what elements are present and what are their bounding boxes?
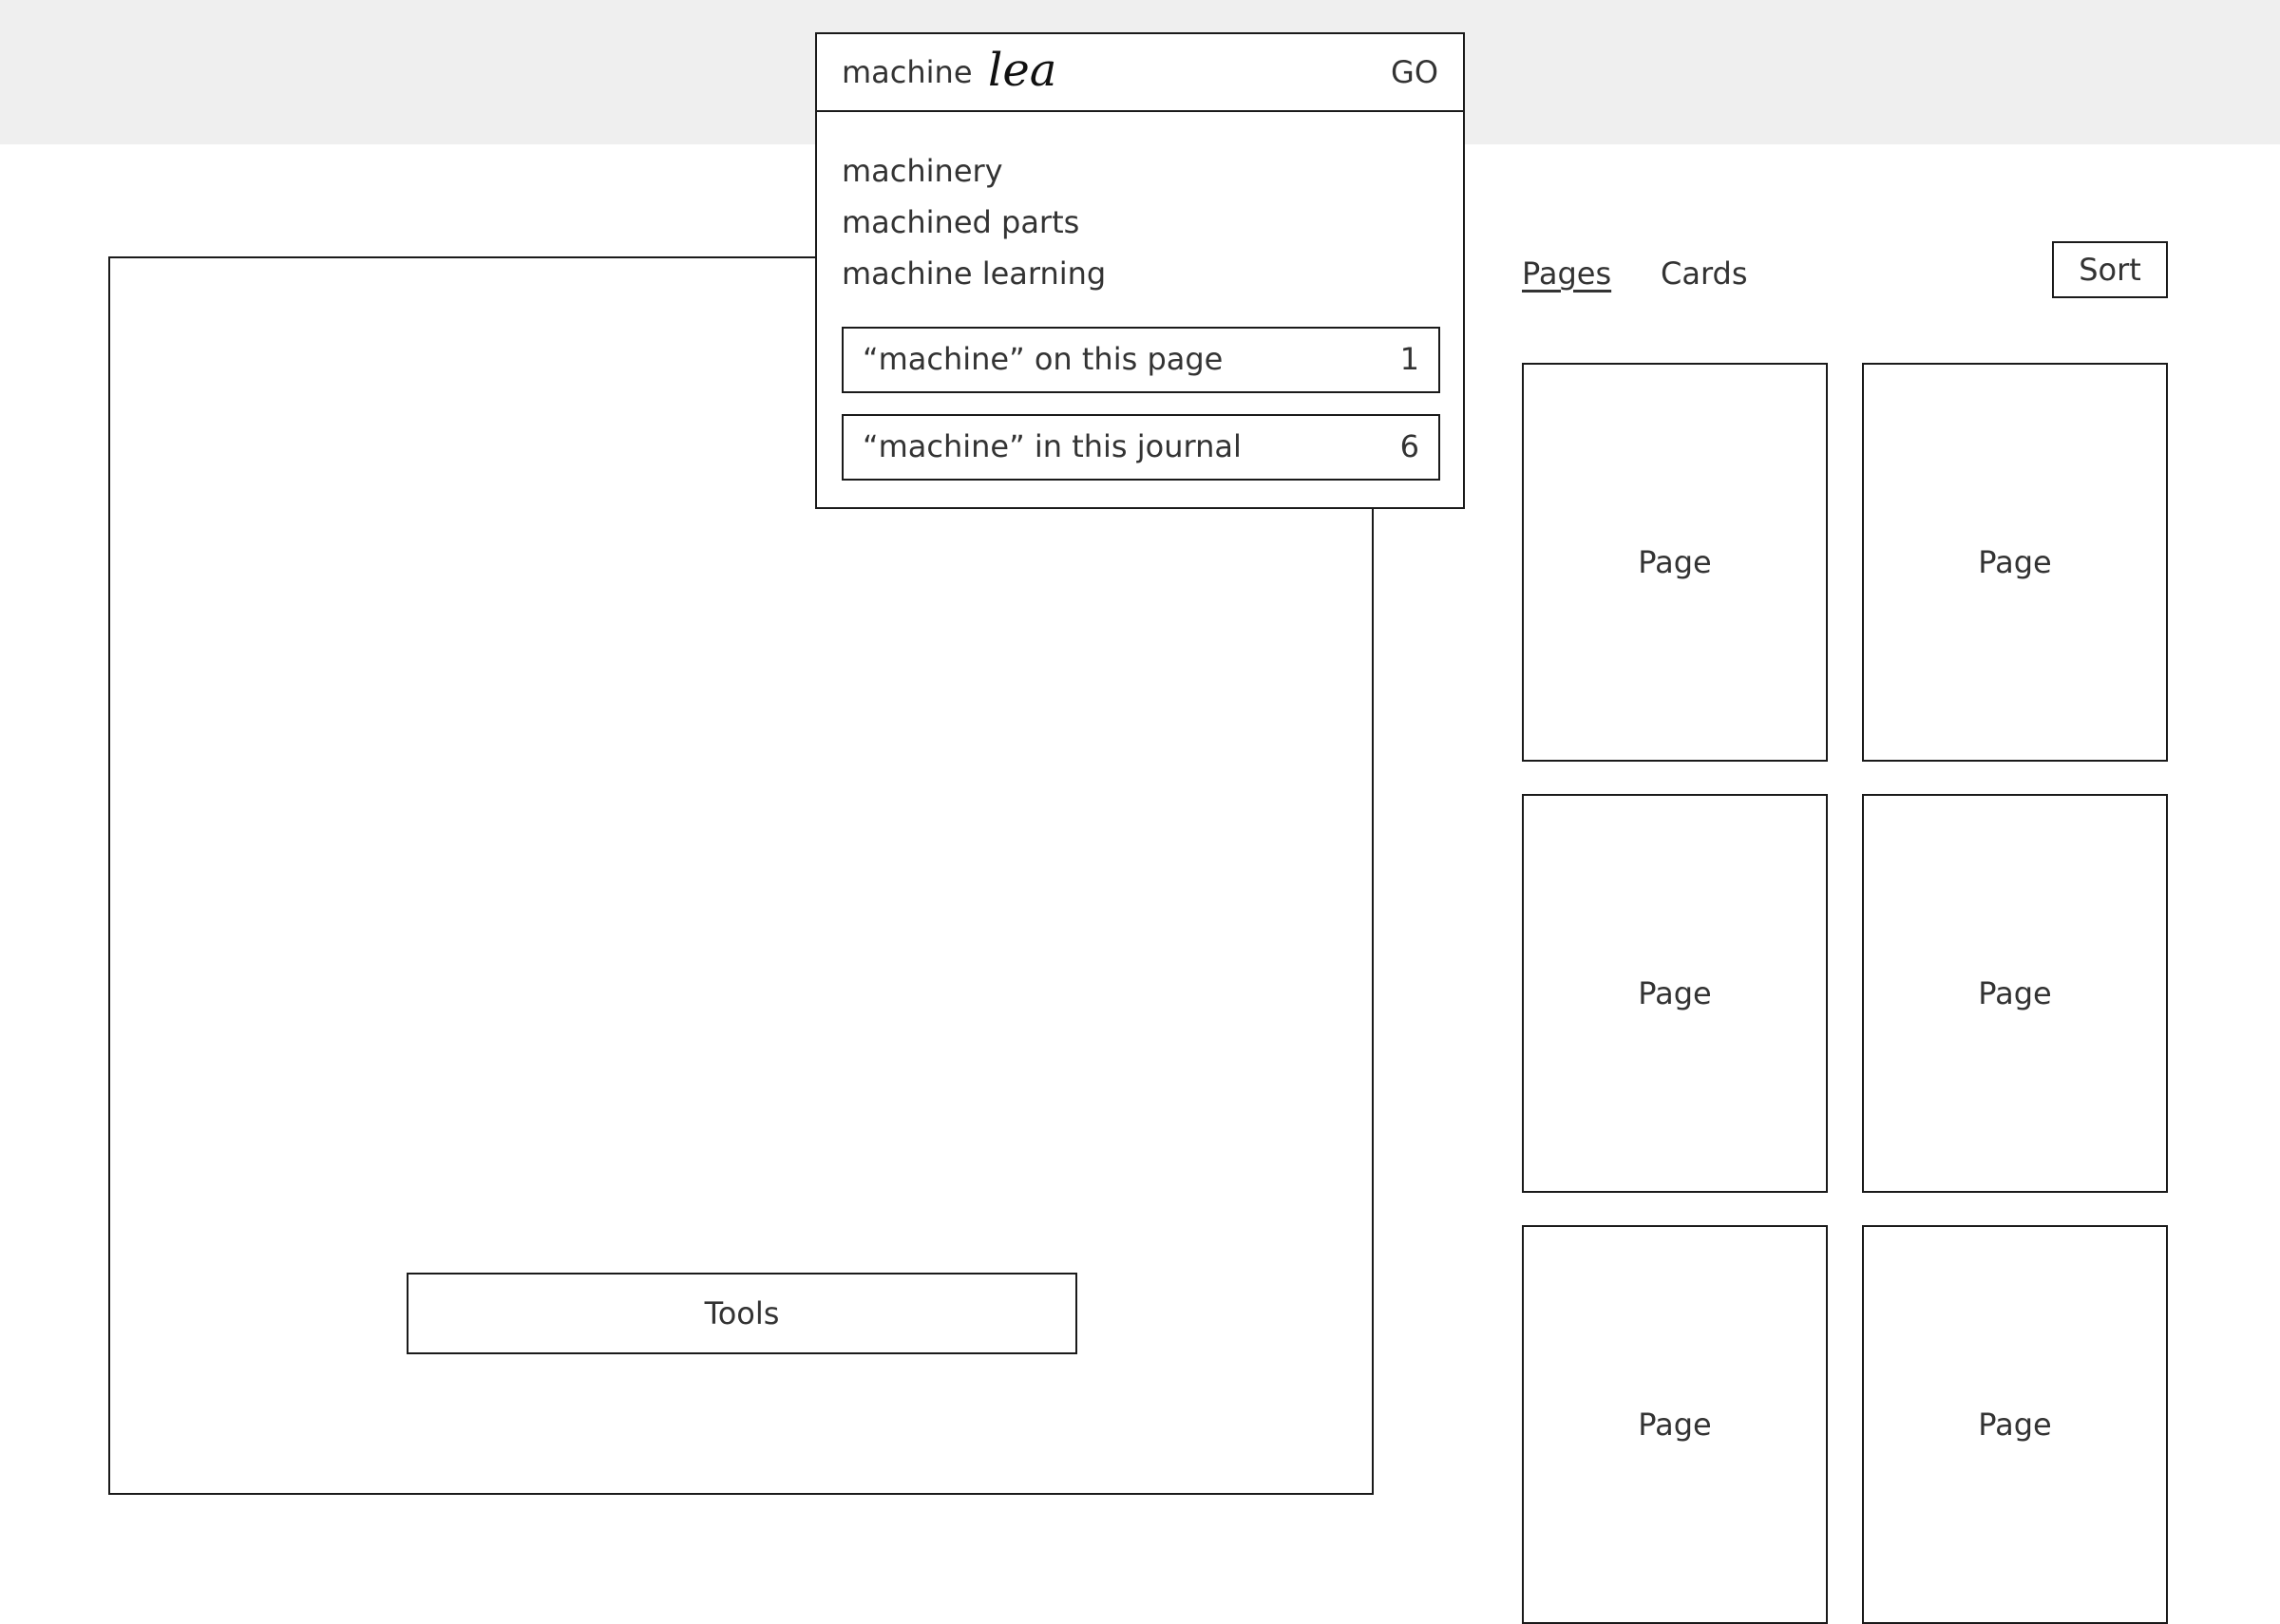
search-handwritten-ink: lea [988,44,1057,97]
result-count: 6 [1399,428,1419,464]
result-on-this-page[interactable]: “machine” on this page 1 [842,327,1440,393]
tab-pages[interactable]: Pages [1522,255,1611,293]
tab-cards[interactable]: Cards [1661,255,1748,293]
suggestion-item[interactable]: machine learning [842,255,1106,293]
result-label: “machine” on this page [863,341,1224,377]
sort-button[interactable]: Sort [2052,241,2168,298]
page-thumbnail[interactable]: Page [1862,794,2168,1193]
search-input[interactable]: machine lea GO [817,34,1463,112]
tools-button[interactable]: Tools [407,1273,1077,1354]
result-label: “machine” in this journal [863,428,1242,464]
suggestion-item[interactable]: machinery [842,152,1003,190]
result-in-this-journal[interactable]: “machine” in this journal 6 [842,414,1440,481]
page-thumbnail[interactable]: Page [1862,1225,2168,1624]
suggestion-item[interactable]: machined parts [842,203,1079,241]
search-typed-text: machine [842,54,973,90]
search-popup: machine lea GO machinery machined parts … [815,32,1465,509]
go-button[interactable]: GO [1391,53,1438,91]
page-thumbnail[interactable]: Page [1522,794,1828,1193]
page-thumbnail[interactable]: Page [1862,363,2168,762]
page-thumbnail[interactable]: Page [1522,363,1828,762]
result-count: 1 [1399,341,1419,377]
page-thumbnail[interactable]: Page [1522,1225,1828,1624]
